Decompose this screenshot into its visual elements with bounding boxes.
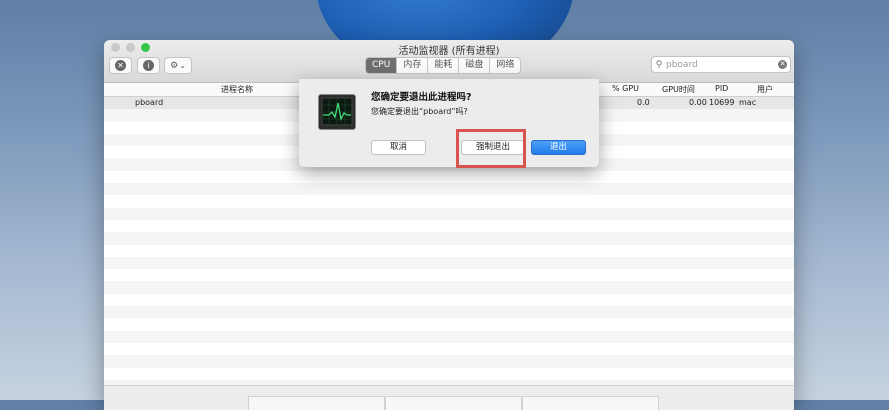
chevron-down-icon: ⌄ [179,61,186,70]
dialog-title: 您确定要退出此进程吗? [371,92,472,103]
gear-icon: ⚙ [170,60,179,71]
search-input[interactable]: pboard [666,60,778,70]
table-row-empty [104,195,794,208]
table-row-empty [104,244,794,257]
dialog-message: 您确定要退出“pboard”吗? [371,107,468,116]
stats-panel [385,396,522,410]
table-row-empty [104,342,794,356]
highlight-box [456,129,526,168]
column-header-user[interactable]: 用户 [757,84,773,95]
clear-search-icon[interactable]: ✕ [778,60,787,69]
table-row-empty [104,170,794,184]
table-row-empty [104,269,794,282]
process-pid: 10699 [709,98,735,107]
table-row-empty [104,293,794,307]
inspect-process-button[interactable]: i [137,57,160,74]
stats-footer [104,385,794,410]
window-title: 活动监视器 (所有进程) [398,46,500,57]
table-row-empty [104,219,794,233]
table-row-empty [104,306,794,319]
info-icon: i [143,60,154,71]
tab-bar: CPU 内存 能耗 磁盘 网络 [365,57,522,74]
quit-process-dialog: 您确定要退出此进程吗? 您确定要退出“pboard”吗? 取消 强制退出 退出 [299,79,599,167]
table-row-empty [104,256,794,270]
column-header-gpu-time[interactable]: GPU时间 [662,84,695,95]
process-gpu-time: 0.00 [689,98,707,107]
quit-button[interactable]: 退出 [531,140,586,155]
tab-energy[interactable]: 能耗 [428,58,460,73]
stop-process-button[interactable]: ✕ [109,57,132,74]
table-row-empty [104,281,794,294]
table-row-empty [104,232,794,245]
tab-network[interactable]: 网络 [490,58,520,73]
table-row-empty [104,183,794,196]
stats-panel [248,396,385,410]
process-gpu-pct: 0.0 [637,98,650,107]
process-name: pboard [135,98,164,107]
stats-panel [522,396,659,410]
column-header-name[interactable]: 进程名称 [221,84,253,95]
titlebar: 活动监视器 (所有进程) ✕ i ⚙ ⌄ CPU 内存 能耗 磁盘 网络 ⚲ p… [104,40,794,83]
stop-icon: ✕ [115,60,126,71]
activity-monitor-icon [318,94,356,130]
tab-memory[interactable]: 内存 [397,58,429,73]
search-icon: ⚲ [655,59,663,70]
table-row-empty [104,367,794,380]
column-header-gpu-pct[interactable]: % GPU [612,84,639,93]
column-header-pid[interactable]: PID [715,84,728,93]
process-user: mac [739,98,757,107]
tab-disk[interactable]: 磁盘 [459,58,491,73]
table-row-empty [104,355,794,368]
table-row-empty [104,330,794,343]
cancel-button[interactable]: 取消 [371,140,426,155]
tab-cpu[interactable]: CPU [366,58,398,73]
search-field[interactable]: ⚲ pboard ✕ [651,56,791,73]
action-menu-button[interactable]: ⚙ ⌄ [164,57,192,74]
table-row-empty [104,207,794,220]
table-row-empty [104,318,794,331]
